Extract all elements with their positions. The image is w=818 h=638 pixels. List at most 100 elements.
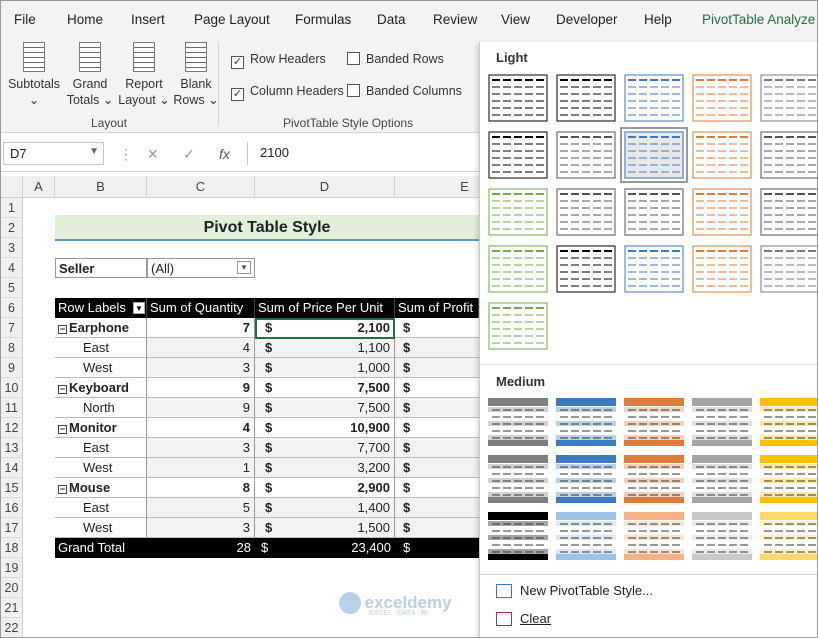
pivot-style-light-7[interactable]	[556, 131, 616, 179]
menu-page-layout[interactable]: Page Layout	[194, 12, 270, 27]
pivot-row-label[interactable]: East	[55, 498, 147, 518]
pivot-style-medium-1[interactable]	[488, 398, 548, 446]
column-header[interactable]: C	[147, 176, 255, 198]
pivot-profit-cell[interactable]: $	[395, 318, 479, 338]
banded-columns-checkbox[interactable]: Banded Columns	[347, 84, 462, 98]
pivot-style-light-5[interactable]	[760, 74, 817, 122]
row-header[interactable]: 19	[1, 558, 23, 578]
menu-formulas[interactable]: Formulas	[295, 12, 351, 27]
column-headers-checkbox[interactable]: ✓ Column Headers	[231, 84, 344, 101]
pivot-header-2[interactable]: Sum of Price Per Unit	[255, 298, 395, 318]
insert-function-icon[interactable]: fx	[219, 146, 230, 162]
pivot-quantity-cell[interactable]: 5	[147, 498, 255, 518]
pivot-style-medium-6[interactable]	[488, 455, 548, 503]
cancel-icon[interactable]: ✕	[147, 146, 159, 163]
banded-rows-checkbox[interactable]: Banded Rows	[347, 52, 444, 66]
pivot-quantity-cell[interactable]: 1	[147, 458, 255, 478]
pivot-style-medium-8[interactable]	[624, 455, 684, 503]
row-labels-filter-icon[interactable]: ▼	[133, 302, 145, 314]
menu-review[interactable]: Review	[433, 12, 477, 27]
column-header[interactable]: A	[23, 176, 55, 198]
row-header[interactable]: 7	[1, 318, 23, 338]
pivot-quantity-cell[interactable]: 3	[147, 438, 255, 458]
pivot-price-cell[interactable]: $1,500	[255, 518, 395, 538]
pivot-profit-cell[interactable]: $	[395, 438, 479, 458]
row-header[interactable]: 20	[1, 578, 23, 598]
pivot-style-light-17[interactable]	[556, 245, 616, 293]
pivot-profit-cell[interactable]: $	[395, 418, 479, 438]
sheet-title[interactable]: Pivot Table Style	[55, 215, 479, 241]
pivot-style-light-12[interactable]	[556, 188, 616, 236]
pivot-style-light-1[interactable]	[488, 74, 548, 122]
row-header[interactable]: 14	[1, 458, 23, 478]
pivot-style-light-2[interactable]	[556, 74, 616, 122]
menu-developer[interactable]: Developer	[556, 12, 618, 27]
pivot-style-medium-4[interactable]	[692, 398, 752, 446]
pivot-style-medium-2[interactable]	[556, 398, 616, 446]
pivot-price-cell[interactable]: $7,500	[255, 378, 395, 398]
row-header[interactable]: 8	[1, 338, 23, 358]
menu-view[interactable]: View	[501, 12, 530, 27]
layout-button-subtotals[interactable]: Subtotals ⌄	[7, 42, 61, 108]
pivot-row-label[interactable]: − Keyboard	[55, 378, 147, 398]
pivot-style-light-10[interactable]	[760, 131, 817, 179]
pivot-style-light-13[interactable]	[624, 188, 684, 236]
row-header[interactable]: 16	[1, 498, 23, 518]
menu-data[interactable]: Data	[377, 12, 406, 27]
pivot-quantity-cell[interactable]: 3	[147, 518, 255, 538]
pivot-style-medium-13[interactable]	[624, 512, 684, 560]
row-header[interactable]: 21	[1, 598, 23, 618]
filter-dropdown-icon[interactable]: ▼	[237, 261, 251, 274]
menu-help[interactable]: Help	[644, 12, 672, 27]
new-pivottable-style-item[interactable]: New PivotTable Style...	[496, 583, 653, 598]
pivot-row-label[interactable]: West	[55, 518, 147, 538]
menu-file[interactable]: File	[14, 12, 36, 27]
row-header[interactable]: 4	[1, 258, 23, 278]
pivot-row-label[interactable]: West	[55, 458, 147, 478]
pivot-price-cell[interactable]: $1,100	[255, 338, 395, 358]
pivot-style-medium-5[interactable]	[760, 398, 817, 446]
pivot-style-light-21[interactable]	[488, 302, 548, 350]
pivot-quantity-cell[interactable]: 4	[147, 338, 255, 358]
pivot-price-cell[interactable]: $1,400	[255, 498, 395, 518]
grand-total-quantity[interactable]: 28	[147, 538, 255, 558]
pivot-quantity-cell[interactable]: 4	[147, 418, 255, 438]
pivot-profit-cell[interactable]: $	[395, 358, 479, 378]
row-header[interactable]: 3	[1, 238, 23, 258]
seller-label[interactable]: Seller	[55, 258, 147, 278]
pivot-style-light-15[interactable]	[760, 188, 817, 236]
row-header[interactable]: 6	[1, 298, 23, 318]
row-header[interactable]: 2	[1, 218, 23, 238]
pivot-quantity-cell[interactable]: 8	[147, 478, 255, 498]
column-header[interactable]	[1, 176, 23, 198]
pivot-style-medium-11[interactable]	[488, 512, 548, 560]
pivot-price-cell[interactable]: $2,900	[255, 478, 395, 498]
layout-button-grand[interactable]: Grand Totals ⌄	[63, 42, 117, 108]
pivot-style-medium-3[interactable]	[624, 398, 684, 446]
pivot-price-cell[interactable]: $7,700	[255, 438, 395, 458]
pivot-style-light-3[interactable]	[624, 74, 684, 122]
pivot-style-medium-14[interactable]	[692, 512, 752, 560]
pivot-row-label[interactable]: West	[55, 358, 147, 378]
pivot-style-medium-12[interactable]	[556, 512, 616, 560]
row-header[interactable]: 18	[1, 538, 23, 558]
pivot-style-medium-10[interactable]	[760, 455, 817, 503]
pivot-row-label[interactable]: − Earphone	[55, 318, 147, 338]
pivot-row-label[interactable]: North	[55, 398, 147, 418]
layout-button-report[interactable]: Report Layout ⌄	[117, 42, 171, 108]
pivot-style-light-9[interactable]	[692, 131, 752, 179]
pivot-header-3[interactable]: Sum of Profit	[395, 298, 479, 318]
name-box[interactable]: D7 ▼	[3, 142, 104, 165]
collapse-icon[interactable]: −	[58, 425, 67, 434]
pivot-row-label[interactable]: East	[55, 338, 147, 358]
grand-total-price[interactable]: $23,400	[255, 538, 395, 558]
row-header[interactable]: 12	[1, 418, 23, 438]
pivot-style-light-6[interactable]	[488, 131, 548, 179]
menu-insert[interactable]: Insert	[131, 12, 165, 27]
pivot-row-label[interactable]: East	[55, 438, 147, 458]
pivot-style-light-20[interactable]	[760, 245, 817, 293]
row-headers-checkbox[interactable]: ✓ Row Headers	[231, 52, 326, 69]
pivot-price-cell[interactable]: $7,500	[255, 398, 395, 418]
row-header[interactable]: 13	[1, 438, 23, 458]
pivot-style-light-4[interactable]	[692, 74, 752, 122]
